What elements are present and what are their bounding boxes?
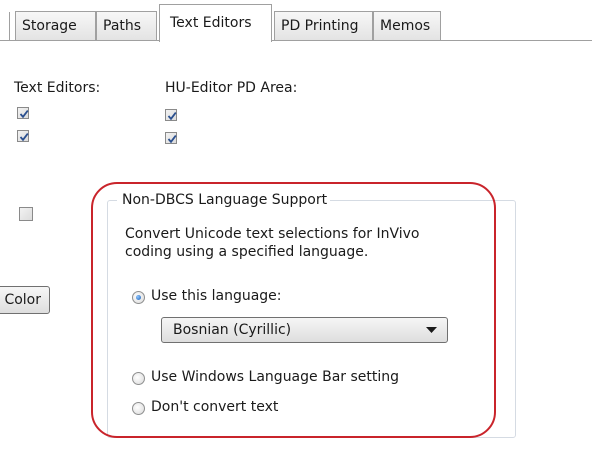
tab-storage[interactable]: Storage: [15, 11, 96, 40]
tab-memos[interactable]: Memos: [373, 11, 441, 40]
group-description-line-1: Convert Unicode text selections for InVi…: [125, 226, 420, 242]
checkmark-icon: [19, 133, 29, 142]
tab-scroll-edge: [9, 12, 10, 40]
radio-selected-dot: [136, 295, 141, 300]
radio-dont-convert-text-label: Don't convert text: [151, 399, 279, 415]
language-select[interactable]: Bosnian (Cyrillic): [161, 317, 448, 343]
radio-dont-convert-text[interactable]: [132, 402, 145, 415]
hu-editor-checkbox-2[interactable]: [165, 132, 177, 144]
tab-paths[interactable]: Paths: [96, 11, 157, 40]
language-support-title: Non-DBCS Language Support: [117, 191, 331, 209]
radio-use-windows-language-bar[interactable]: [132, 372, 145, 385]
radio-use-this-language-label: Use this language:: [151, 288, 282, 304]
tab-text-editors[interactable]: Text Editors: [159, 4, 272, 42]
checkmark-icon: [167, 135, 177, 144]
tab-strip: Storage Paths Text Editors PD Printing M…: [0, 0, 592, 42]
text-editors-label: Text Editors:: [14, 80, 101, 96]
extra-option-checkbox[interactable]: [19, 207, 33, 221]
checkmark-icon: [167, 112, 177, 121]
tab-pd-printing[interactable]: PD Printing: [274, 11, 373, 40]
text-editors-checkbox-1[interactable]: [17, 107, 29, 119]
hu-editor-label: HU-Editor PD Area:: [165, 80, 298, 96]
language-select-value: Bosnian (Cyrillic): [173, 322, 292, 338]
color-button[interactable]: Color: [0, 286, 50, 314]
chevron-down-icon: [426, 327, 437, 333]
tab-divider: [0, 40, 592, 41]
radio-use-windows-language-bar-label: Use Windows Language Bar setting: [151, 369, 400, 385]
checkmark-icon: [19, 110, 29, 119]
radio-use-this-language[interactable]: [132, 291, 145, 304]
text-editors-checkbox-2[interactable]: [17, 130, 29, 142]
hu-editor-checkbox-1[interactable]: [165, 109, 177, 121]
group-description-line-2: coding using a specified language.: [125, 244, 369, 260]
